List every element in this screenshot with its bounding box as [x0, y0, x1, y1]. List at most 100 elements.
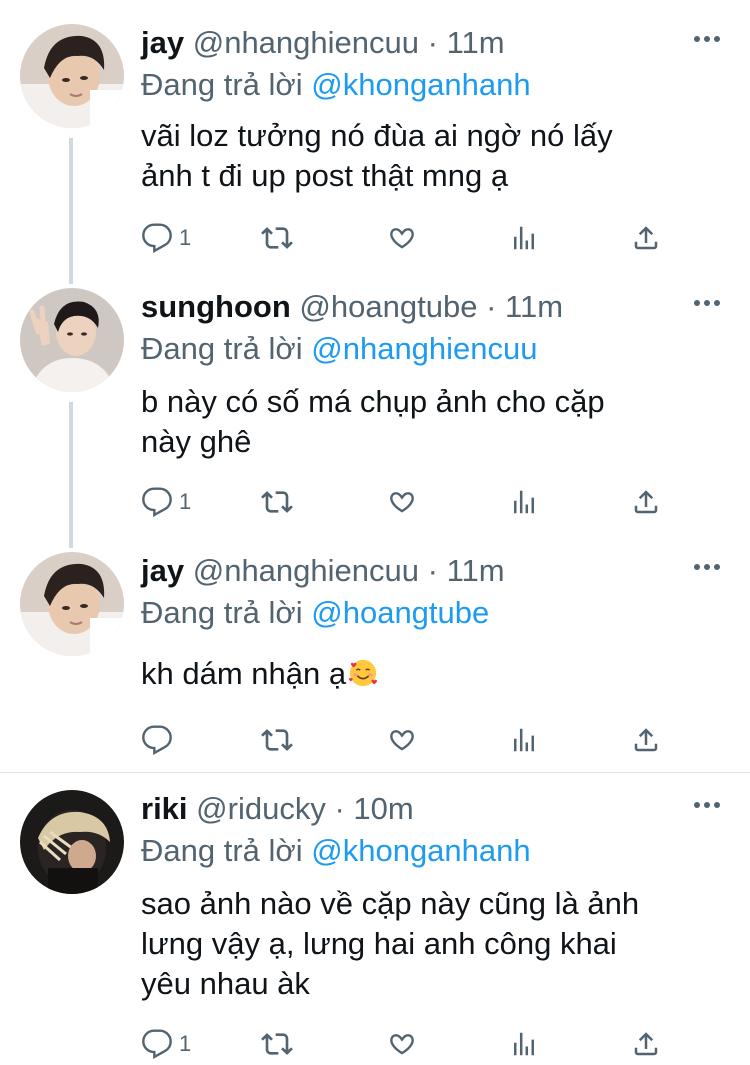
- like-icon: [390, 730, 414, 751]
- reply-count: 1: [179, 489, 192, 514]
- text-line: này ghê: [141, 424, 252, 459]
- tweet-header: riki @riducky · 10m: [141, 790, 414, 828]
- tweet-text: sao ảnh nào về cặp này cũng là ảnh lưng …: [141, 884, 731, 1004]
- separator-dot: ·: [427, 553, 438, 588]
- analytics-icon: [514, 728, 534, 752]
- analytics-button[interactable]: [509, 220, 539, 256]
- reply-button[interactable]: 1: [141, 220, 191, 256]
- analytics-icon: [514, 490, 534, 514]
- text-line: sao ảnh nào về cặp này cũng là ảnh: [141, 886, 640, 921]
- analytics-button[interactable]: [509, 484, 539, 520]
- display-name[interactable]: jay: [141, 25, 184, 60]
- tweet-header: jay @nhanghiencuu · 11m: [141, 24, 505, 62]
- like-icon: [390, 1034, 414, 1055]
- display-name[interactable]: riki: [141, 791, 188, 826]
- text-line-content: kh dám nhận ạ: [141, 656, 347, 691]
- username[interactable]: @riducky: [196, 791, 326, 826]
- action-bar: 1: [141, 1026, 681, 1062]
- tweet[interactable]: sunghoon @hoangtube · 11m Đang trả lời @…: [0, 288, 750, 538]
- retweet-icon: [261, 729, 293, 751]
- retweet-button[interactable]: [259, 220, 295, 256]
- like-button[interactable]: [385, 484, 419, 520]
- reply-button[interactable]: [141, 722, 179, 758]
- tweet-header: jay @nhanghiencuu · 11m: [141, 552, 505, 590]
- replying-to: Đang trả lời @khonganhanh: [141, 832, 531, 870]
- replying-to: Đang trả lời @hoangtube: [141, 594, 489, 632]
- share-button[interactable]: [631, 220, 661, 256]
- timestamp[interactable]: 10m: [353, 791, 413, 826]
- separator-dot: ·: [486, 289, 497, 324]
- avatar[interactable]: [20, 288, 124, 392]
- smiling-face-with-hearts-icon: [349, 659, 378, 687]
- retweet-button[interactable]: [259, 1026, 295, 1062]
- separator-dot: ·: [427, 25, 438, 60]
- retweet-icon: [261, 491, 293, 513]
- replying-prefix: Đang trả lời: [141, 331, 303, 366]
- avatar[interactable]: [20, 790, 124, 894]
- conversation-divider: [0, 772, 750, 773]
- replying-prefix: Đang trả lời: [141, 595, 303, 630]
- more-icon[interactable]: [694, 802, 720, 810]
- separator-dot: ·: [334, 791, 345, 826]
- reply-count: 1: [179, 225, 192, 250]
- retweet-button[interactable]: [259, 484, 295, 520]
- display-name[interactable]: sunghoon: [141, 289, 291, 324]
- tweet[interactable]: jay @nhanghiencuu · 11m Đang trả lời @kh…: [0, 24, 750, 274]
- timestamp[interactable]: 11m: [505, 289, 563, 324]
- like-button[interactable]: [385, 722, 419, 758]
- reply-icon: [142, 725, 172, 755]
- mention-link[interactable]: @hoangtube: [311, 595, 489, 630]
- share-button[interactable]: [631, 1026, 661, 1062]
- analytics-button[interactable]: [509, 722, 539, 758]
- text-line: b này có số má chụp ảnh cho cặp: [141, 384, 605, 419]
- tweet-header: sunghoon @hoangtube · 11m: [141, 288, 563, 326]
- replying-prefix: Đang trả lời: [141, 67, 303, 102]
- reply-icon: [142, 487, 172, 517]
- mention-link[interactable]: @khonganhanh: [311, 67, 530, 102]
- username[interactable]: @nhanghiencuu: [193, 25, 419, 60]
- timestamp[interactable]: 11m: [447, 553, 505, 588]
- action-bar: [141, 722, 681, 758]
- mention-link[interactable]: @nhanghiencuu: [311, 331, 537, 366]
- action-bar: 1: [141, 484, 681, 520]
- like-icon: [390, 492, 414, 513]
- tweet-text: b này có số má chụp ảnh cho cặp này ghê: [141, 382, 731, 462]
- share-icon: [634, 728, 658, 752]
- retweet-button[interactable]: [259, 722, 295, 758]
- share-button[interactable]: [631, 484, 661, 520]
- reply-button[interactable]: 1: [141, 484, 191, 520]
- username[interactable]: @hoangtube: [299, 289, 477, 324]
- retweet-icon: [261, 227, 293, 249]
- replying-to: Đang trả lời @khonganhanh: [141, 66, 531, 104]
- more-icon[interactable]: [694, 36, 720, 44]
- text-line: kh dám nhận ạ: [141, 654, 731, 694]
- avatar[interactable]: [20, 552, 124, 656]
- share-icon: [634, 490, 658, 514]
- timestamp[interactable]: 11m: [447, 25, 505, 60]
- text-line: yêu nhau àk: [141, 966, 310, 1001]
- reply-icon: [142, 1029, 172, 1059]
- display-name[interactable]: jay: [141, 553, 184, 588]
- text-line: ảnh t đi up post thật mng ạ: [141, 158, 509, 193]
- text-line: vãi loz tưởng nó đùa ai ngờ nó lấy: [141, 118, 613, 153]
- text-line: lưng vậy ạ, lưng hai anh công khai: [141, 926, 617, 961]
- avatar[interactable]: [20, 24, 124, 128]
- like-button[interactable]: [385, 1026, 419, 1062]
- share-button[interactable]: [631, 722, 661, 758]
- share-icon: [634, 226, 658, 250]
- reply-button[interactable]: 1: [141, 1026, 191, 1062]
- analytics-button[interactable]: [509, 1026, 539, 1062]
- username[interactable]: @nhanghiencuu: [193, 553, 419, 588]
- more-icon[interactable]: [694, 564, 720, 572]
- tweet[interactable]: riki @riducky · 10m Đang trả lời @khonga…: [0, 790, 750, 1065]
- replying-to: Đang trả lời @nhanghiencuu: [141, 330, 538, 368]
- like-icon: [390, 228, 414, 249]
- like-button[interactable]: [385, 220, 419, 256]
- replying-prefix: Đang trả lời: [141, 833, 303, 868]
- more-icon[interactable]: [694, 300, 720, 308]
- mention-link[interactable]: @khonganhanh: [311, 833, 530, 868]
- tweet-text: kh dám nhận ạ: [141, 654, 731, 694]
- tweet[interactable]: jay @nhanghiencuu · 11m Đang trả lời @ho…: [0, 552, 750, 772]
- retweet-icon: [261, 1033, 293, 1055]
- analytics-icon: [514, 226, 534, 250]
